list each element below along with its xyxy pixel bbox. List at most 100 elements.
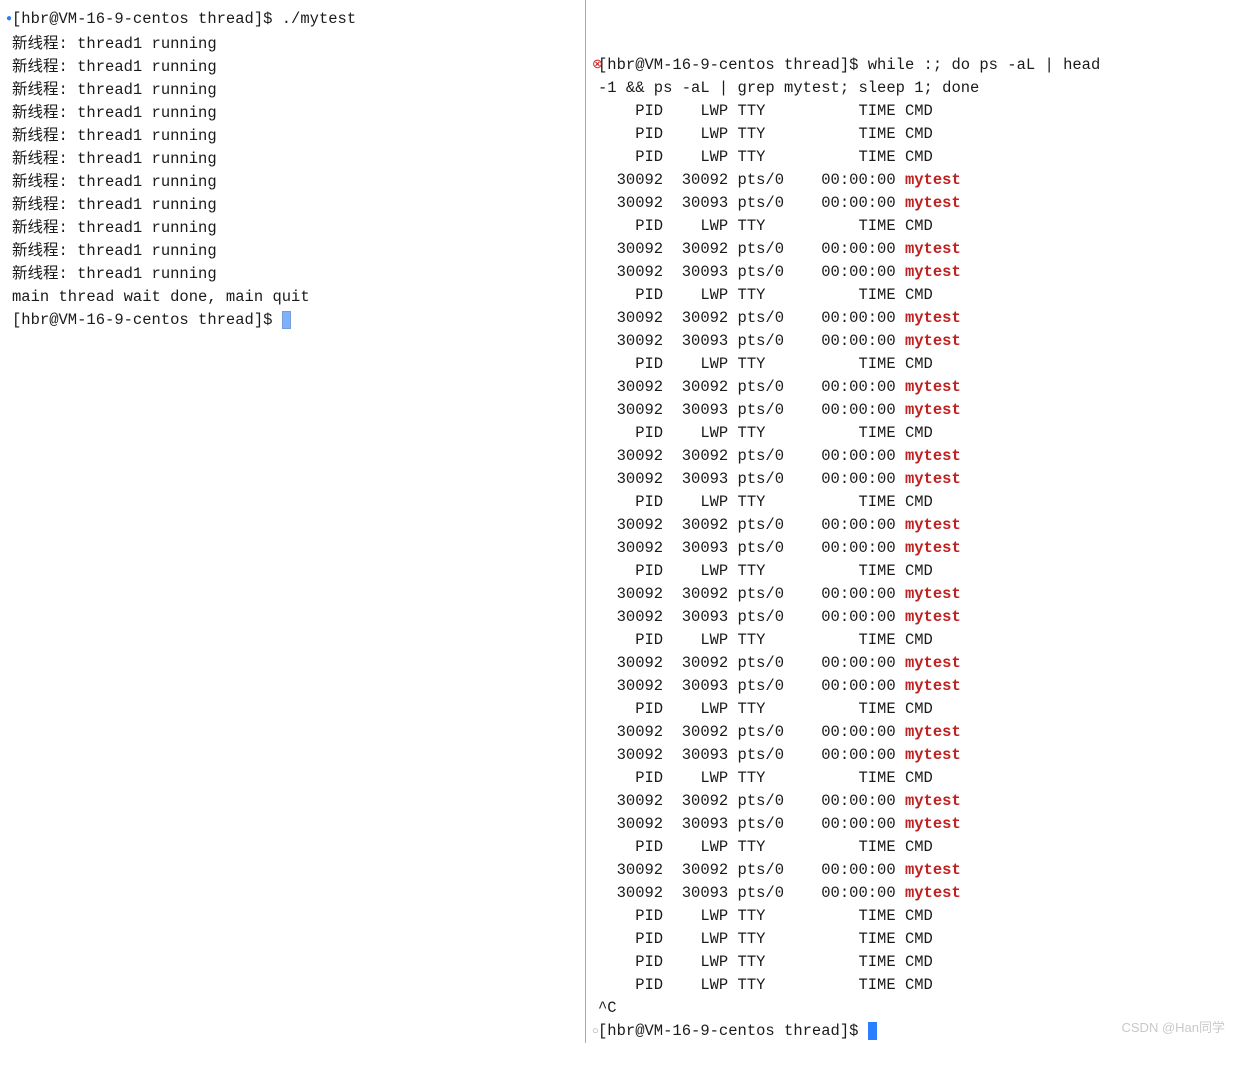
command-text: ./mytest — [282, 10, 356, 28]
grep-match: mytest — [905, 746, 961, 764]
output-line: 新线程: thread1 running — [6, 33, 579, 56]
ps-row-text: 30092 30092 pts/0 00:00:00 — [598, 585, 905, 603]
ps-row: 30092 30093 pts/0 00:00:00 mytest — [592, 744, 1229, 767]
ps-row: 30092 30093 pts/0 00:00:00 mytest — [592, 330, 1229, 353]
grep-match: mytest — [905, 401, 961, 419]
grep-match: mytest — [905, 654, 961, 672]
thread-label: 新线程: — [12, 173, 77, 191]
ps-row: 30092 30092 pts/0 00:00:00 mytest — [592, 514, 1229, 537]
ps-row: 30092 30092 pts/0 00:00:00 mytest — [592, 583, 1229, 606]
ps-row: 30092 30093 pts/0 00:00:00 mytest — [592, 882, 1229, 905]
ps-row-text: 30092 30092 pts/0 00:00:00 — [598, 723, 905, 741]
grep-match: mytest — [905, 516, 961, 534]
ps-header-text: PID LWP TTY TIME CMD — [598, 148, 933, 166]
ps-header: PID LWP TTY TIME CMD — [592, 353, 1229, 376]
ps-header-text: PID LWP TTY TIME CMD — [598, 976, 933, 994]
thread-label: 新线程: — [12, 104, 77, 122]
ps-row: 30092 30093 pts/0 00:00:00 mytest — [592, 606, 1229, 629]
ps-header: PID LWP TTY TIME CMD — [592, 215, 1229, 238]
ps-row: 30092 30093 pts/0 00:00:00 mytest — [592, 813, 1229, 836]
ps-header: PID LWP TTY TIME CMD — [592, 767, 1229, 790]
grep-match: mytest — [905, 470, 961, 488]
grep-match: mytest — [905, 585, 961, 603]
command-text: while :; do ps -aL | head — [868, 56, 1101, 74]
left-terminal[interactable]: [hbr@VM-16-9-centos thread]$ ./mytest 新线… — [0, 0, 586, 1043]
thread-message: thread1 running — [77, 81, 217, 99]
ps-row-text: 30092 30093 pts/0 00:00:00 — [598, 194, 905, 212]
grep-match: mytest — [905, 608, 961, 626]
grep-match: mytest — [905, 861, 961, 879]
ps-header-text: PID LWP TTY TIME CMD — [598, 631, 933, 649]
thread-message: thread1 running — [77, 58, 217, 76]
ps-row-text: 30092 30092 pts/0 00:00:00 — [598, 861, 905, 879]
output-line: main thread wait done, main quit — [6, 286, 579, 309]
ps-row-text: 30092 30092 pts/0 00:00:00 — [598, 309, 905, 327]
grep-match: mytest — [905, 539, 961, 557]
ps-header: PID LWP TTY TIME CMD — [592, 836, 1229, 859]
ps-header: PID LWP TTY TIME CMD — [592, 560, 1229, 583]
ps-row-text: 30092 30093 pts/0 00:00:00 — [598, 470, 905, 488]
ps-header-text: PID LWP TTY TIME CMD — [598, 217, 933, 235]
output-line: 新线程: thread1 running — [6, 194, 579, 217]
ps-row-text: 30092 30093 pts/0 00:00:00 — [598, 401, 905, 419]
prompt-line: [hbr@VM-16-9-centos thread]$ ./mytest — [6, 8, 579, 33]
ps-row-text: 30092 30092 pts/0 00:00:00 — [598, 792, 905, 810]
ps-row: 30092 30092 pts/0 00:00:00 mytest — [592, 376, 1229, 399]
ps-row-text: 30092 30093 pts/0 00:00:00 — [598, 884, 905, 902]
shell-prompt: [hbr@VM-16-9-centos thread]$ — [12, 311, 282, 329]
ps-row-text: 30092 30093 pts/0 00:00:00 — [598, 677, 905, 695]
thread-label: 新线程: — [12, 35, 77, 53]
command-text: -1 && ps -aL | grep mytest; sleep 1; don… — [598, 79, 979, 97]
thread-label: 新线程: — [12, 58, 77, 76]
thread-label: 新线程: — [12, 242, 77, 260]
ps-row: 30092 30092 pts/0 00:00:00 mytest — [592, 307, 1229, 330]
ps-header-text: PID LWP TTY TIME CMD — [598, 125, 933, 143]
output-line: 新线程: thread1 running — [6, 217, 579, 240]
thread-label: 新线程: — [12, 81, 77, 99]
ps-row: 30092 30093 pts/0 00:00:00 mytest — [592, 675, 1229, 698]
output-line: 新线程: thread1 running — [6, 240, 579, 263]
grep-match: mytest — [905, 884, 961, 902]
ps-header: PID LWP TTY TIME CMD — [592, 100, 1229, 123]
output-line: 新线程: thread1 running — [6, 102, 579, 125]
shell-prompt: [hbr@VM-16-9-centos thread]$ — [598, 56, 868, 74]
ps-row: 30092 30092 pts/0 00:00:00 mytest — [592, 238, 1229, 261]
ps-row: 30092 30092 pts/0 00:00:00 mytest — [592, 169, 1229, 192]
prompt-line: [hbr@VM-16-9-centos thread]$ — [6, 309, 579, 332]
grep-match: mytest — [905, 240, 961, 258]
thread-message: thread1 running — [77, 219, 217, 237]
ps-header: PID LWP TTY TIME CMD — [592, 905, 1229, 928]
ps-row-text: 30092 30093 pts/0 00:00:00 — [598, 539, 905, 557]
ps-row-text: 30092 30093 pts/0 00:00:00 — [598, 815, 905, 833]
ps-row: 30092 30092 pts/0 00:00:00 mytest — [592, 652, 1229, 675]
ps-row: 30092 30093 pts/0 00:00:00 mytest — [592, 468, 1229, 491]
ps-header-text: PID LWP TTY TIME CMD — [598, 355, 933, 373]
grep-match: mytest — [905, 815, 961, 833]
ps-row-text: 30092 30092 pts/0 00:00:00 — [598, 171, 905, 189]
thread-message: thread1 running — [77, 196, 217, 214]
output-line: 新线程: thread1 running — [6, 125, 579, 148]
done-message: main thread wait done, main quit — [12, 288, 310, 306]
ps-header-text: PID LWP TTY TIME CMD — [598, 286, 933, 304]
ps-row-text: 30092 30093 pts/0 00:00:00 — [598, 332, 905, 350]
output-line: 新线程: thread1 running — [6, 56, 579, 79]
ps-header-text: PID LWP TTY TIME CMD — [598, 424, 933, 442]
grep-match: mytest — [905, 792, 961, 810]
ps-header-text: PID LWP TTY TIME CMD — [598, 930, 933, 948]
output-line: 新线程: thread1 running — [6, 79, 579, 102]
ps-header: PID LWP TTY TIME CMD — [592, 123, 1229, 146]
thread-message: thread1 running — [77, 127, 217, 145]
thread-label: 新线程: — [12, 219, 77, 237]
grep-match: mytest — [905, 723, 961, 741]
ps-row: 30092 30092 pts/0 00:00:00 mytest — [592, 790, 1229, 813]
prompt-line: [hbr@VM-16-9-centos thread]$ while :; do… — [592, 54, 1229, 77]
ps-header: PID LWP TTY TIME CMD — [592, 698, 1229, 721]
output-line: 新线程: thread1 running — [6, 263, 579, 286]
ps-header: PID LWP TTY TIME CMD — [592, 974, 1229, 997]
right-terminal[interactable]: [hbr@VM-16-9-centos thread]$ while :; do… — [586, 0, 1235, 1043]
cursor — [282, 311, 291, 329]
thread-message: thread1 running — [77, 35, 217, 53]
ps-row: 30092 30093 pts/0 00:00:00 mytest — [592, 192, 1229, 215]
watermark: CSDN @Han同学 — [1122, 1016, 1226, 1039]
ps-header: PID LWP TTY TIME CMD — [592, 146, 1229, 169]
